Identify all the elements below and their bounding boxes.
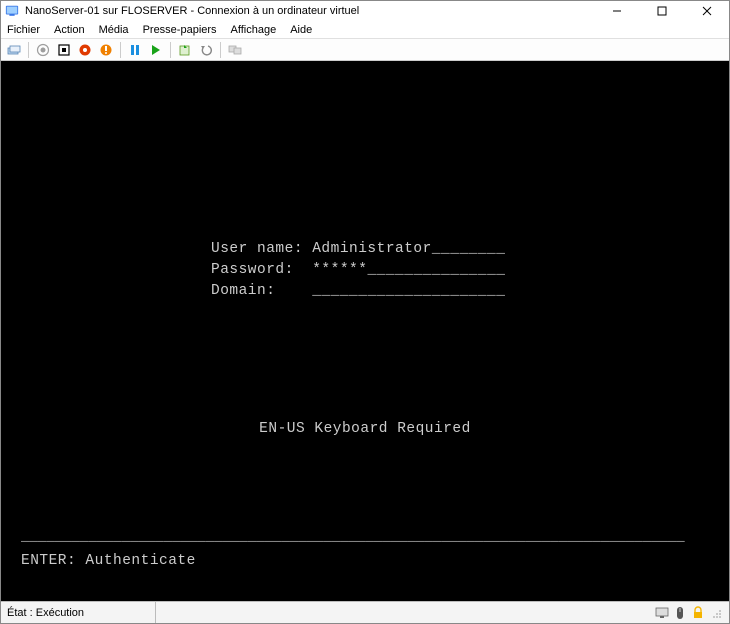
statusbar: État : Exécution <box>1 601 729 623</box>
mouse-icon <box>672 605 687 620</box>
keyboard-message: EN-US Keyboard Required <box>1 421 729 437</box>
window-title: NanoServer-01 sur FLOSERVER - Connexion … <box>25 5 594 17</box>
app-icon <box>5 4 19 18</box>
menu-aide[interactable]: Aide <box>290 24 312 36</box>
domain-label: Domain: <box>211 283 275 299</box>
titlebar: NanoServer-01 sur FLOSERVER - Connexion … <box>1 1 729 21</box>
enhanced-session-button[interactable] <box>226 41 244 59</box>
reset-button[interactable] <box>147 41 165 59</box>
enter-prompt: ENTER: Authenticate <box>21 553 196 569</box>
menu-presse-papiers[interactable]: Presse-papiers <box>143 24 217 36</box>
save-button[interactable] <box>97 41 115 59</box>
menu-media[interactable]: Média <box>99 24 129 36</box>
status-text: État : Exécution <box>1 602 156 623</box>
minimize-button[interactable] <box>594 1 639 21</box>
menubar: Fichier Action Média Presse-papiers Affi… <box>1 21 729 39</box>
checkpoint-button[interactable] <box>176 41 194 59</box>
start-button[interactable] <box>34 41 52 59</box>
resize-grip-icon[interactable] <box>708 605 723 620</box>
menu-action[interactable]: Action <box>54 24 85 36</box>
ctrl-alt-del-button[interactable] <box>5 41 23 59</box>
password-label: Password: <box>211 262 294 278</box>
menu-fichier[interactable]: Fichier <box>7 24 40 36</box>
maximize-button[interactable] <box>639 1 684 21</box>
username-label: User name: <box>211 241 303 257</box>
toolbar-separator <box>170 42 171 58</box>
separator-line: ________________________________________… <box>21 529 709 545</box>
toolbar-separator <box>28 42 29 58</box>
toolbar-separator <box>120 42 121 58</box>
lock-icon <box>690 605 705 620</box>
turn-off-button[interactable] <box>55 41 73 59</box>
display-icon <box>654 605 669 620</box>
login-form: User name: Administrator________ Passwor… <box>211 239 505 302</box>
menu-affichage[interactable]: Affichage <box>231 24 277 36</box>
toolbar <box>1 39 729 61</box>
vm-console[interactable]: User name: Administrator________ Passwor… <box>1 61 729 601</box>
revert-button[interactable] <box>197 41 215 59</box>
close-button[interactable] <box>684 1 729 21</box>
toolbar-separator <box>220 42 221 58</box>
shutdown-button[interactable] <box>76 41 94 59</box>
pause-button[interactable] <box>126 41 144 59</box>
password-value[interactable]: ****** <box>312 262 367 278</box>
username-value[interactable]: Administrator <box>312 241 432 257</box>
